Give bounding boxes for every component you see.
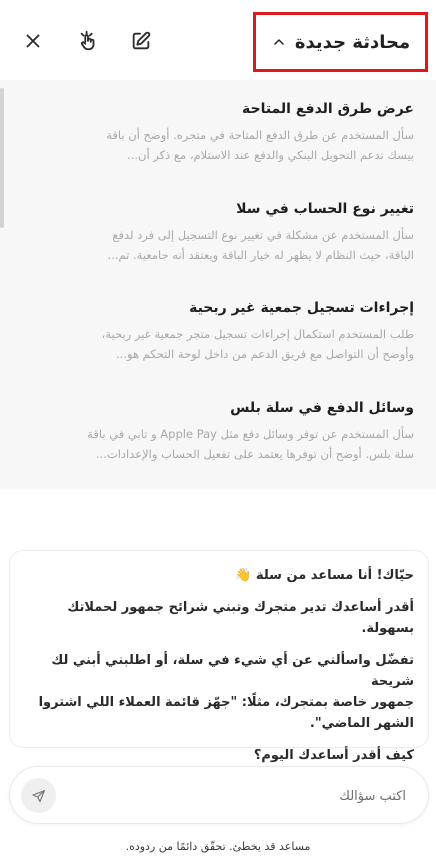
conversation-summary-line: سأل المستخدم عن توفر وسائل دفع مثل Apple… <box>87 427 414 441</box>
conversation-history-list[interactable]: عرض طرق الدفع المتاحة سأل المستخدم عن طر… <box>0 80 436 490</box>
header: محادثة جديدة <box>0 0 436 80</box>
welcome-instructions-line: الشهر الماضي". <box>309 716 414 731</box>
conversation-title: تغيير نوع الحساب في سلا <box>236 201 414 217</box>
conversation-summary: سأل المستخدم عن مشكلة في تغيير نوع التسج… <box>34 225 414 265</box>
conversation-item[interactable]: عرض طرق الدفع المتاحة سأل المستخدم عن طر… <box>34 99 414 165</box>
conversation-summary-line: بيسك تدعم التحويل البنكي والدفع عند الاس… <box>127 148 414 162</box>
conversation-item[interactable]: إجراءات تسجيل جمعية غير ربحية طلب المستخ… <box>34 298 414 364</box>
page-title: محادثة جديدة <box>294 31 411 53</box>
conversation-summary: طلب المستخدم استكمال إجراءات تسجيل متجر … <box>34 324 414 364</box>
welcome-question: كيف أقدر أساعدك اليوم؟ <box>253 748 414 763</box>
send-icon <box>31 789 45 802</box>
conversation-title: عرض طرق الدفع المتاحة <box>241 101 414 117</box>
welcome-instructions: تفضّل واسألني عن أي شيء في سلة، أو اطلبن… <box>24 650 414 734</box>
conversation-summary-line: الباقة، حيث النظام لا يظهر له خيار الباق… <box>107 248 414 262</box>
conversation-item[interactable]: وسائل الدفع في سلة بلس سأل المستخدم عن ت… <box>34 398 414 464</box>
close-icon[interactable] <box>20 28 46 54</box>
welcome-message-card: حيّاك! أنا مساعد من سلة 👋 أقدر أساعدك تد… <box>9 550 429 763</box>
conversation-title: وسائل الدفع في سلة بلس <box>230 400 414 416</box>
conversation-summary-line: سأل المستخدم عن مشكلة في تغيير نوع التسج… <box>112 228 414 242</box>
hand-gesture-icon[interactable] <box>75 28 101 54</box>
chevron-up-icon <box>274 39 284 45</box>
message-input[interactable] <box>86 781 406 811</box>
conversation-item[interactable]: تغيير نوع الحساب في سلا سأل المستخدم عن … <box>34 199 414 265</box>
disclaimer-text: مساعد قد يخطئ. تحقّق دائمًا من ردوده. <box>125 840 311 853</box>
conversation-title: إجراءات تسجيل جمعية غير ربحية <box>189 300 414 316</box>
send-button[interactable] <box>21 778 56 813</box>
welcome-instructions-line: تفضّل واسألني عن أي شيء في سلة، أو اطلبن… <box>51 653 414 689</box>
scrollbar[interactable] <box>0 88 4 228</box>
conversation-summary: سأل المستخدم عن توفر وسائل دفع مثل Apple… <box>34 424 414 464</box>
welcome-greeting: حيّاك! أنا مساعد من سلة 👋 <box>235 568 414 583</box>
welcome-instructions-line: جمهور خاصة بمتجرك، مثلًا: "جهّز قائمة ال… <box>38 695 414 710</box>
message-composer <box>9 766 429 824</box>
conversation-summary-line: طلب المستخدم استكمال إجراءات تسجيل متجر … <box>101 327 414 341</box>
conversation-summary-line: وأوضح أن التواصل مع فريق الدعم من داخل ل… <box>116 347 414 361</box>
conversation-summary-line: سلة بلس. أوضح أن توفرها يعتمد على تفعيل … <box>95 447 414 461</box>
welcome-intro: أقدر أساعدك تدير متجرك وتبني شرائح جمهور… <box>67 600 414 636</box>
new-conversation-toggle[interactable]: محادثة جديدة <box>253 12 428 72</box>
edit-icon[interactable] <box>128 28 154 54</box>
conversation-summary-line: سأل المستخدم عن طرق الدفع المتاحة في متج… <box>106 128 414 142</box>
conversation-summary: سأل المستخدم عن طرق الدفع المتاحة في متج… <box>34 125 414 165</box>
